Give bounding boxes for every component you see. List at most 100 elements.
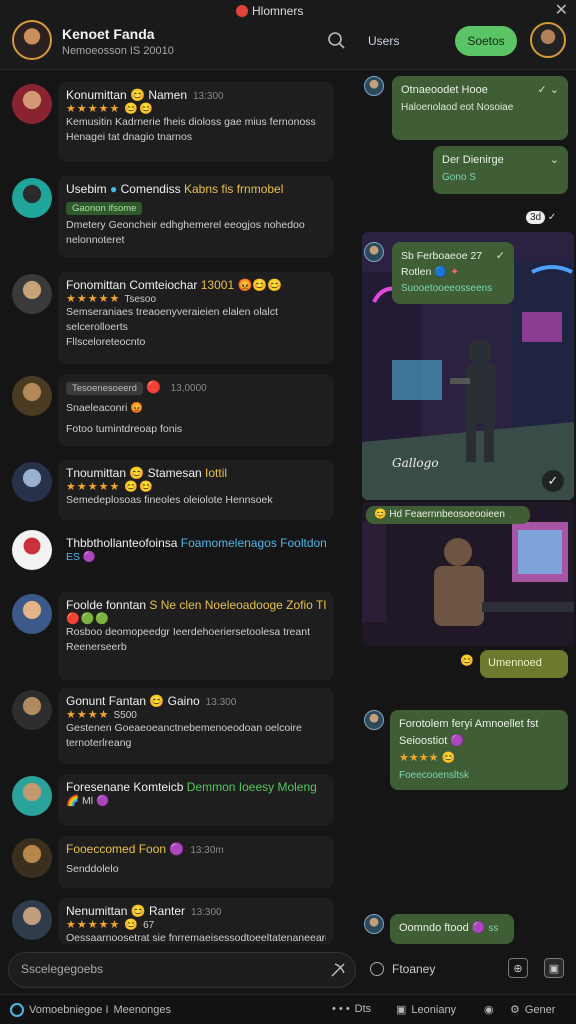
chevron-down-icon[interactable]: ⌄: [550, 152, 559, 169]
conversation-card: Thbbthollanteofoinsa Foamomelenagos Fool…: [58, 530, 334, 582]
message-preview: Semseraniaes treaoenyveraieien elalen ol…: [66, 306, 278, 318]
image-caption: Gallogo: [392, 456, 439, 470]
conversation-name: Foolde fonntan S Ne clen Noeleoadooge Zo…: [66, 598, 326, 612]
emoji-icon: [370, 962, 384, 976]
avatar: [12, 900, 52, 940]
chat-message[interactable]: Sb Ferboaeoe 27 ✓ Rotlen 🔵 ✦ Suooetooeeos…: [392, 242, 514, 304]
attach-icon[interactable]: ⊕: [508, 958, 528, 978]
conversation-card: Gonunt Fantan 😊 Gaino 13:300 ★★★★ S500 Ge…: [58, 688, 334, 764]
chevron-down-icon[interactable]: ✓ ⌄: [538, 82, 560, 99]
rating-stars: ★★★★★ 😊 67: [66, 919, 155, 931]
status-item[interactable]: ◉: [484, 1003, 494, 1016]
top-bar: Hlomners ✕ Kenoet Fanda Nemoeosson IS 20…: [0, 0, 576, 70]
conversation-card: Konumittan 😊 Namen 13:300 ★★★★★ 😊😊 Kemusi…: [58, 82, 334, 162]
chat-message[interactable]: Otnaeoodet Hooe ✓ ⌄ Haloenolaod eot Nosoi…: [392, 76, 568, 140]
message-preview: Semedeplosoas fineoles oleiolote Hennsoe…: [66, 494, 273, 506]
avatar[interactable]: [12, 20, 52, 60]
conversation-card: Foolde fonntan S Ne clen Noeleoadooge Zo…: [58, 592, 334, 680]
chat-message[interactable]: Umennoed: [480, 650, 568, 678]
chat-message[interactable]: Der Dienirge ⌄ Gono S: [433, 146, 568, 194]
grid-icon: ▣: [396, 1004, 407, 1016]
users-link[interactable]: Users: [368, 34, 399, 48]
close-icon[interactable]: ✕: [555, 0, 568, 20]
conversation-name: Nenumittan 😊 Ranter 13:300: [66, 904, 222, 918]
status-item[interactable]: • • • Dts: [332, 1003, 371, 1015]
list-item[interactable]: Fooeccomed Foon 🟣 13:30m Senddolelo: [0, 836, 336, 892]
chat-icon: ◉: [484, 1004, 494, 1016]
list-item[interactable]: Fonomittan Comteiochar 13001 😡😊😊 ★★★★★ T…: [0, 272, 336, 366]
user-name: Kenoet Fanda: [62, 26, 155, 42]
app-title: Hlomners: [236, 4, 303, 18]
list-item[interactable]: Usebim ● Comendiss Kabns fis frnmobel Ga…: [0, 176, 336, 262]
profile-avatar[interactable]: [530, 22, 566, 58]
message-input[interactable]: [21, 962, 321, 976]
conversation-card: Usebim ● Comendiss Kabns fis frnmobel Ga…: [58, 176, 334, 258]
reaction-icon: 😊: [460, 655, 474, 667]
avatar: [12, 178, 52, 218]
image-label: 😊 Hd Feaernnbeosoeooieen: [366, 506, 530, 524]
avatar: [364, 242, 384, 262]
conversation-name: Fooeccomed Foon 🟣 13:30m: [66, 842, 224, 856]
avatar: [364, 710, 384, 730]
rating-stars: ★★★★ S500: [66, 709, 137, 721]
conversation-card: Tnoumittan 😊 Stamesan Iottil ★★★★★ 😊😊 Se…: [58, 460, 334, 520]
chat-app: Hlomners ✕ Kenoet Fanda Nemoeosson IS 20…: [0, 0, 576, 1024]
avatar: [364, 914, 384, 934]
message-preview: Oessaarnoosetrat sie fnrremaeisessodtoee…: [66, 932, 326, 944]
conversation-name: Tesoenesoeerd 🔴 13,0000: [66, 380, 326, 395]
send-icon[interactable]: ▣: [544, 958, 564, 978]
avatar: [12, 690, 52, 730]
conversation-card: Fooeccomed Foon 🟣 13:30m Senddolelo: [58, 836, 334, 888]
conversation-card: Tesoenesoeerd 🔴 13,0000 Snaeleaconri 😡 F…: [58, 374, 334, 446]
status-item[interactable]: ⚙ Gener: [510, 1003, 555, 1017]
message-composer: [8, 952, 356, 988]
mic-icon[interactable]: [329, 961, 347, 979]
list-item[interactable]: Foresenane Komteicb Demmon Ioeesy Moleng…: [0, 774, 336, 830]
list-item[interactable]: Nenumittan 😊 Ranter 13:300 ★★★★★ 😊 67 Oes…: [0, 898, 336, 948]
bottom-bar: Vomoebniegoe I Meenonges • • • Dts ▣ Leo…: [0, 994, 576, 1024]
rating-stars: ★★★★★ Tsesoo: [66, 293, 157, 305]
conversation-name: Gonunt Fantan 😊 Gaino 13:300: [66, 694, 237, 708]
list-item[interactable]: Tesoenesoeerd 🔴 13,0000 Snaeleaconri 😡 F…: [0, 374, 336, 450]
avatar: [12, 530, 52, 570]
message-preview: Fllsceloreteocnto: [66, 336, 146, 348]
conversation-name: Usebim ● Comendiss Kabns fis frnmobel: [66, 182, 284, 196]
message-preview: Senddolelo: [66, 863, 119, 875]
dots-icon: • • •: [332, 1003, 350, 1015]
message-preview: Henagei tat dnagio tnarnos: [66, 131, 193, 143]
chat-message[interactable]: Oomndo ftood 🟣 ss: [390, 914, 514, 944]
chat-message[interactable]: Forotolem feryi Amnoellet fst Seioostiot…: [390, 710, 568, 790]
conversation-list: Konumittan 😊 Namen 13:300 ★★★★★ 😊😊 Kemusi…: [0, 72, 340, 944]
conversation-card: Nenumittan 😊 Ranter 13:300 ★★★★★ 😊 67 Oes…: [58, 898, 334, 944]
rating-stars: ★★★★★ 😊😊: [66, 103, 154, 115]
list-item[interactable]: Gonunt Fantan 😊 Gaino 13:300 ★★★★ S500 Ge…: [0, 688, 336, 768]
conversation-card: Foresenane Komteicb Demmon Ioeesy Moleng…: [58, 774, 334, 826]
conversation-name: Foresenane Komteicb Demmon Ioeesy Moleng: [66, 780, 317, 794]
avatar: [12, 838, 52, 878]
message-preview: selcerolloerts: [66, 321, 128, 333]
message-preview: ternoterlreang: [66, 737, 132, 749]
avatar: [12, 274, 52, 314]
conversation-name: Thbbthollanteofoinsa Foamomelenagos Fool…: [66, 536, 326, 550]
status-item[interactable]: Vomoebniegoe I Meenonges: [10, 1003, 171, 1017]
search-icon[interactable]: [326, 30, 346, 50]
app-title-text: Hlomners: [252, 4, 304, 18]
list-item[interactable]: Tnoumittan 😊 Stamesan Iottil ★★★★★ 😊😊 Se…: [0, 460, 336, 522]
message-preview: ES 🟣: [66, 551, 97, 563]
message-time: 3d ✓: [526, 211, 556, 224]
check-icon[interactable]: ✓: [542, 470, 564, 492]
conversation-name: Konumittan 😊 Namen 13:300: [66, 88, 224, 102]
message-preview: Dmetery Geoncheir edhghemerel eeogjos no…: [66, 219, 305, 231]
primary-action-button[interactable]: Soetos: [455, 26, 517, 56]
message-preview: Rosboo deomopeedgr Ieerdehoeriersetooles…: [66, 626, 310, 638]
message-preview: Kemusitin Kadrnerie fheis dioloss gae mi…: [66, 116, 316, 128]
list-item[interactable]: Konumittan 😊 Namen 13:300 ★★★★★ 😊😊 Kemusi…: [0, 82, 336, 166]
status-item[interactable]: ▣ Leoniany: [396, 1003, 456, 1017]
reaction-icons: 🔴🟢🟢: [66, 613, 111, 625]
message-preview: Gestenen Goeaeoeanctnebemenoeodoan oelco…: [66, 722, 302, 734]
settings-icon: ⚙: [510, 1004, 520, 1016]
rating-stars: ★★★★★ 😊😊: [66, 481, 154, 493]
composer-option[interactable]: Ftoaney: [370, 962, 435, 976]
list-item[interactable]: Thbbthollanteofoinsa Foamomelenagos Fool…: [0, 530, 336, 586]
list-item[interactable]: Foolde fonntan S Ne clen Noeleoadooge Zo…: [0, 592, 336, 682]
